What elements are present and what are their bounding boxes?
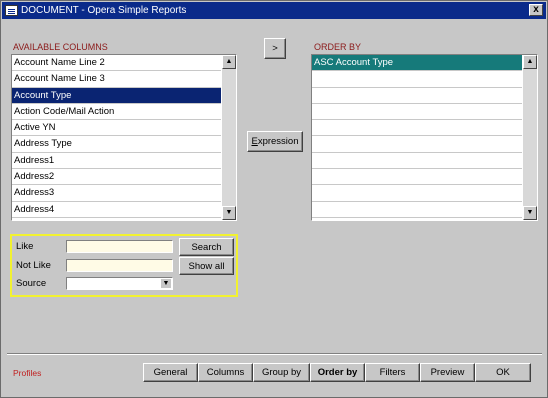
available-column-item[interactable]: Address2: [12, 169, 221, 186]
tab-columns[interactable]: Columns: [198, 363, 253, 382]
expression-label-rest: xpression: [257, 136, 299, 147]
document-icon: [5, 5, 18, 16]
available-column-item[interactable]: Address Type: [12, 136, 221, 153]
order-scrollbar[interactable]: ▲ ▼: [523, 55, 537, 220]
tab-order-by[interactable]: Order by: [310, 363, 365, 382]
profiles-label: Profiles: [13, 368, 42, 378]
tab-filters[interactable]: Filters: [365, 363, 420, 382]
add-column-button[interactable]: >: [264, 38, 286, 59]
order-by-item[interactable]: [312, 104, 522, 121]
like-label: Like: [16, 241, 34, 252]
available-scrollbar[interactable]: ▲ ▼: [222, 55, 236, 220]
available-column-item[interactable]: Action Code/Mail Action: [12, 104, 221, 121]
available-columns-header: AVAILABLE COLUMNS: [13, 42, 108, 52]
available-column-item[interactable]: Account Type: [12, 87, 221, 104]
available-column-item[interactable]: Account Name Line 3: [12, 71, 221, 88]
order-by-item[interactable]: [312, 185, 522, 202]
order-by-header: ORDER BY: [314, 42, 362, 52]
order-by-item[interactable]: [312, 136, 522, 153]
available-column-item[interactable]: Address1: [12, 153, 221, 170]
available-columns-list[interactable]: Account Name Line 2 Account Name Line 3 Ac…: [11, 54, 237, 221]
available-column-item[interactable]: Address3: [12, 185, 221, 202]
tab-preview[interactable]: Preview: [420, 363, 475, 382]
expression-button[interactable]: Expression: [247, 131, 303, 152]
not-like-input[interactable]: [66, 259, 173, 272]
report-window: DOCUMENT - Opera Simple Reports x AVAILA…: [0, 0, 548, 398]
not-like-label: Not Like: [16, 260, 51, 271]
title-bar: DOCUMENT - Opera Simple Reports x: [2, 2, 546, 19]
scroll-down-icon[interactable]: ▼: [523, 206, 537, 220]
scroll-up-icon[interactable]: ▲: [523, 55, 537, 69]
source-label: Source: [16, 278, 47, 289]
order-by-item[interactable]: [312, 202, 522, 218]
tab-group-by[interactable]: Group by: [253, 363, 310, 382]
search-button[interactable]: Search: [179, 238, 234, 256]
available-column-item[interactable]: Active YN: [12, 120, 221, 137]
show-all-button[interactable]: Show all: [179, 257, 234, 275]
tab-general[interactable]: General: [143, 363, 198, 382]
available-column-item[interactable]: Address4: [12, 202, 221, 218]
order-by-list[interactable]: ASC Account Type ▲ ▼: [311, 54, 538, 221]
close-button[interactable]: x: [529, 4, 543, 16]
chevron-down-icon[interactable]: ▼: [161, 279, 171, 288]
scroll-down-icon[interactable]: ▼: [222, 206, 236, 220]
scroll-up-icon[interactable]: ▲: [222, 55, 236, 69]
like-input[interactable]: [66, 240, 173, 253]
available-column-item[interactable]: Account Name Line 2: [12, 55, 221, 72]
order-by-item[interactable]: [312, 71, 522, 88]
order-by-item[interactable]: [312, 169, 522, 186]
tab-ok-button[interactable]: OK: [475, 363, 531, 382]
filter-panel: Like Not Like Source ▼ Search Show all: [10, 234, 238, 297]
order-by-item[interactable]: ASC Account Type: [312, 55, 522, 72]
order-by-item[interactable]: [312, 120, 522, 137]
order-by-item[interactable]: [312, 88, 522, 104]
order-by-item[interactable]: [312, 153, 522, 170]
window-title: DOCUMENT - Opera Simple Reports: [21, 5, 187, 16]
source-select[interactable]: ▼: [66, 277, 173, 290]
